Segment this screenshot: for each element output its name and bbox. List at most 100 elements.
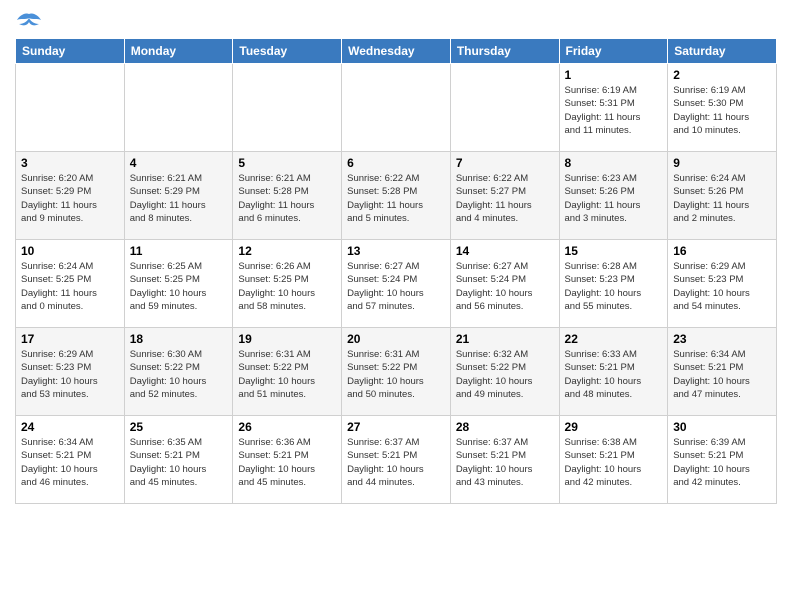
day-info: Sunrise: 6:34 AM Sunset: 5:21 PM Dayligh… xyxy=(673,348,771,401)
day-info: Sunrise: 6:22 AM Sunset: 5:27 PM Dayligh… xyxy=(456,172,554,225)
day-info: Sunrise: 6:21 AM Sunset: 5:29 PM Dayligh… xyxy=(130,172,228,225)
day-number: 12 xyxy=(238,244,336,258)
calendar-cell: 11Sunrise: 6:25 AM Sunset: 5:25 PM Dayli… xyxy=(124,240,233,328)
day-info: Sunrise: 6:36 AM Sunset: 5:21 PM Dayligh… xyxy=(238,436,336,489)
day-number: 4 xyxy=(130,156,228,170)
day-info: Sunrise: 6:34 AM Sunset: 5:21 PM Dayligh… xyxy=(21,436,119,489)
calendar-cell: 18 Sunrise: 6:30 AM Sunset: 5:22 PM Dayli… xyxy=(124,328,233,416)
day-info: Sunrise: 6:37 AM Sunset: 5:21 PM Dayligh… xyxy=(347,436,445,489)
day-info: Sunrise: 6:35 AM Sunset: 5:21 PM Dayligh… xyxy=(130,436,228,489)
day-number: 8 xyxy=(565,156,663,170)
calendar-cell: 30 Sunrise: 6:39 AM Sunset: 5:21 PM Dayli… xyxy=(668,416,777,504)
calendar-cell: 10 Sunrise: 6:24 AM Sunset: 5:25 PM Dayli… xyxy=(16,240,125,328)
day-number: 14 xyxy=(456,244,554,258)
day-info: Sunrise: 6:21 AM Sunset: 5:28 PM Dayligh… xyxy=(238,172,336,225)
calendar-day-header: Tuesday xyxy=(233,39,342,64)
calendar-header-row: SundayMondayTuesdayWednesdayThursdayFrid… xyxy=(16,39,777,64)
calendar-week-row: 24 Sunrise: 6:34 AM Sunset: 5:21 PM Dayli… xyxy=(16,416,777,504)
day-info: Sunrise: 6:31 AM Sunset: 5:22 PM Dayligh… xyxy=(347,348,445,401)
calendar-cell: 21 Sunrise: 6:32 AM Sunset: 5:22 PM Dayli… xyxy=(450,328,559,416)
calendar-day-header: Wednesday xyxy=(342,39,451,64)
calendar-cell: 17Sunrise: 6:29 AM Sunset: 5:23 PM Dayli… xyxy=(16,328,125,416)
calendar-cell: 20 Sunrise: 6:31 AM Sunset: 5:22 PM Dayli… xyxy=(342,328,451,416)
calendar-cell: 3Sunrise: 6:20 AM Sunset: 5:29 PM Daylig… xyxy=(16,152,125,240)
day-info: Sunrise: 6:39 AM Sunset: 5:21 PM Dayligh… xyxy=(673,436,771,489)
calendar-cell: 19Sunrise: 6:31 AM Sunset: 5:22 PM Dayli… xyxy=(233,328,342,416)
day-info: Sunrise: 6:19 AM Sunset: 5:31 PM Dayligh… xyxy=(565,84,663,137)
day-info: Sunrise: 6:30 AM Sunset: 5:22 PM Dayligh… xyxy=(130,348,228,401)
day-number: 10 xyxy=(21,244,119,258)
calendar-cell: 14 Sunrise: 6:27 AM Sunset: 5:24 PM Dayli… xyxy=(450,240,559,328)
day-number: 1 xyxy=(565,68,663,82)
calendar-cell: 6 Sunrise: 6:22 AM Sunset: 5:28 PM Daylig… xyxy=(342,152,451,240)
day-info: Sunrise: 6:23 AM Sunset: 5:26 PM Dayligh… xyxy=(565,172,663,225)
calendar-day-header: Saturday xyxy=(668,39,777,64)
logo-icon xyxy=(15,10,43,34)
day-number: 20 xyxy=(347,332,445,346)
day-info: Sunrise: 6:37 AM Sunset: 5:21 PM Dayligh… xyxy=(456,436,554,489)
day-info: Sunrise: 6:20 AM Sunset: 5:29 PM Dayligh… xyxy=(21,172,119,225)
day-number: 24 xyxy=(21,420,119,434)
logo xyxy=(15,10,47,34)
day-number: 21 xyxy=(456,332,554,346)
day-number: 29 xyxy=(565,420,663,434)
calendar-cell: 13 Sunrise: 6:27 AM Sunset: 5:24 PM Dayli… xyxy=(342,240,451,328)
calendar-cell: 24 Sunrise: 6:34 AM Sunset: 5:21 PM Dayli… xyxy=(16,416,125,504)
day-number: 11 xyxy=(130,244,228,258)
calendar-cell: 15 Sunrise: 6:28 AM Sunset: 5:23 PM Dayli… xyxy=(559,240,668,328)
calendar-cell xyxy=(342,64,451,152)
day-number: 16 xyxy=(673,244,771,258)
calendar-cell: 9Sunrise: 6:24 AM Sunset: 5:26 PM Daylig… xyxy=(668,152,777,240)
day-number: 18 xyxy=(130,332,228,346)
day-info: Sunrise: 6:27 AM Sunset: 5:24 PM Dayligh… xyxy=(456,260,554,313)
calendar-cell: 4 Sunrise: 6:21 AM Sunset: 5:29 PM Daylig… xyxy=(124,152,233,240)
calendar-cell: 2 Sunrise: 6:19 AM Sunset: 5:30 PM Daylig… xyxy=(668,64,777,152)
day-number: 26 xyxy=(238,420,336,434)
header xyxy=(15,10,777,34)
day-number: 28 xyxy=(456,420,554,434)
day-number: 30 xyxy=(673,420,771,434)
day-info: Sunrise: 6:24 AM Sunset: 5:25 PM Dayligh… xyxy=(21,260,119,313)
day-info: Sunrise: 6:33 AM Sunset: 5:21 PM Dayligh… xyxy=(565,348,663,401)
day-number: 7 xyxy=(456,156,554,170)
day-number: 25 xyxy=(130,420,228,434)
calendar-week-row: 17Sunrise: 6:29 AM Sunset: 5:23 PM Dayli… xyxy=(16,328,777,416)
calendar-cell: 29 Sunrise: 6:38 AM Sunset: 5:21 PM Dayli… xyxy=(559,416,668,504)
day-number: 2 xyxy=(673,68,771,82)
calendar-cell xyxy=(233,64,342,152)
calendar-body: 1 Sunrise: 6:19 AM Sunset: 5:31 PM Daylig… xyxy=(16,64,777,504)
day-info: Sunrise: 6:22 AM Sunset: 5:28 PM Dayligh… xyxy=(347,172,445,225)
day-info: Sunrise: 6:29 AM Sunset: 5:23 PM Dayligh… xyxy=(673,260,771,313)
calendar-cell: 27Sunrise: 6:37 AM Sunset: 5:21 PM Dayli… xyxy=(342,416,451,504)
day-number: 23 xyxy=(673,332,771,346)
day-info: Sunrise: 6:27 AM Sunset: 5:24 PM Dayligh… xyxy=(347,260,445,313)
day-info: Sunrise: 6:26 AM Sunset: 5:25 PM Dayligh… xyxy=(238,260,336,313)
calendar-week-row: 3Sunrise: 6:20 AM Sunset: 5:29 PM Daylig… xyxy=(16,152,777,240)
day-number: 22 xyxy=(565,332,663,346)
day-info: Sunrise: 6:38 AM Sunset: 5:21 PM Dayligh… xyxy=(565,436,663,489)
calendar-cell xyxy=(450,64,559,152)
day-info: Sunrise: 6:24 AM Sunset: 5:26 PM Dayligh… xyxy=(673,172,771,225)
day-number: 19 xyxy=(238,332,336,346)
day-info: Sunrise: 6:19 AM Sunset: 5:30 PM Dayligh… xyxy=(673,84,771,137)
calendar-day-header: Sunday xyxy=(16,39,125,64)
calendar-cell: 12 Sunrise: 6:26 AM Sunset: 5:25 PM Dayli… xyxy=(233,240,342,328)
calendar-cell: 26 Sunrise: 6:36 AM Sunset: 5:21 PM Dayli… xyxy=(233,416,342,504)
day-number: 17 xyxy=(21,332,119,346)
day-number: 13 xyxy=(347,244,445,258)
day-info: Sunrise: 6:28 AM Sunset: 5:23 PM Dayligh… xyxy=(565,260,663,313)
calendar-cell: 16 Sunrise: 6:29 AM Sunset: 5:23 PM Dayli… xyxy=(668,240,777,328)
day-number: 6 xyxy=(347,156,445,170)
calendar-day-header: Monday xyxy=(124,39,233,64)
calendar-week-row: 1 Sunrise: 6:19 AM Sunset: 5:31 PM Daylig… xyxy=(16,64,777,152)
calendar-cell: 8 Sunrise: 6:23 AM Sunset: 5:26 PM Daylig… xyxy=(559,152,668,240)
day-number: 15 xyxy=(565,244,663,258)
calendar-cell: 22 Sunrise: 6:33 AM Sunset: 5:21 PM Dayli… xyxy=(559,328,668,416)
calendar-day-header: Thursday xyxy=(450,39,559,64)
calendar-cell: 1 Sunrise: 6:19 AM Sunset: 5:31 PM Daylig… xyxy=(559,64,668,152)
calendar-cell: 7 Sunrise: 6:22 AM Sunset: 5:27 PM Daylig… xyxy=(450,152,559,240)
day-info: Sunrise: 6:32 AM Sunset: 5:22 PM Dayligh… xyxy=(456,348,554,401)
calendar-cell xyxy=(16,64,125,152)
day-number: 5 xyxy=(238,156,336,170)
page: SundayMondayTuesdayWednesdayThursdayFrid… xyxy=(0,0,792,514)
